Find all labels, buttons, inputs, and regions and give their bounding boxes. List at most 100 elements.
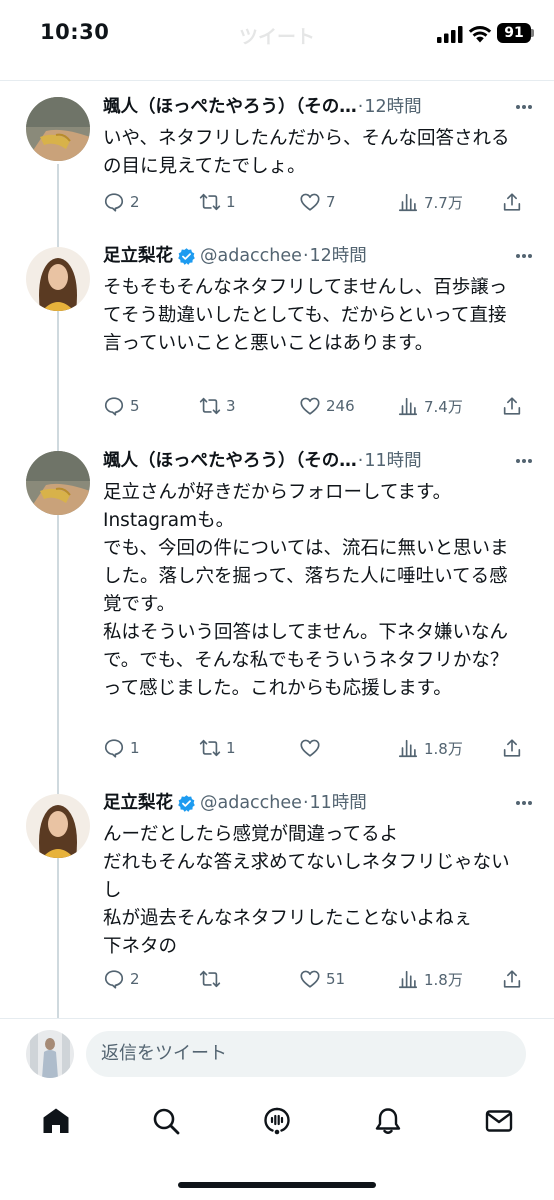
verified-icon — [178, 247, 195, 265]
author-handle[interactable]: @adacchee — [200, 790, 302, 816]
wifi-icon — [468, 26, 492, 43]
views-button[interactable]: 1.8万 — [397, 735, 463, 761]
reply-button[interactable]: 2 — [103, 189, 140, 215]
reply-icon — [104, 193, 124, 212]
views-icon — [398, 193, 418, 212]
share-button[interactable] — [501, 189, 523, 215]
avatar[interactable] — [26, 247, 90, 311]
views-icon — [398, 970, 418, 989]
separator-dot: · — [357, 97, 364, 117]
verified-icon — [178, 794, 195, 812]
retweet-icon — [199, 739, 221, 757]
retweet-count: 3 — [226, 397, 236, 415]
views-button[interactable]: 1.8万 — [397, 966, 463, 992]
views-button[interactable]: 7.7万 — [397, 189, 463, 215]
notifications-icon[interactable] — [373, 1106, 403, 1136]
reply-button[interactable]: 5 — [103, 393, 140, 419]
spaces-icon[interactable] — [262, 1106, 292, 1136]
search-icon[interactable] — [151, 1106, 181, 1136]
tweet-time[interactable]: 11時間 — [364, 448, 421, 474]
signal-icon — [437, 26, 463, 43]
separator-dot: · — [302, 793, 309, 813]
like-button[interactable]: 246 — [299, 393, 355, 419]
tweet-time[interactable]: 11時間 — [310, 790, 367, 816]
reply-button[interactable]: 1 — [103, 735, 140, 761]
separator-dot: · — [357, 451, 364, 471]
reply-divider — [0, 1018, 554, 1019]
share-button[interactable] — [501, 966, 523, 992]
bottom-nav — [0, 1090, 554, 1160]
author-name[interactable]: 足立梨花 — [103, 243, 173, 269]
like-button[interactable]: 51 — [299, 966, 345, 992]
share-icon — [503, 193, 521, 211]
views-count: 1.8万 — [424, 739, 463, 758]
author-name[interactable]: 颯人（ほっぺたやろう）（その… — [103, 94, 357, 120]
views-icon — [398, 739, 418, 758]
avatar[interactable] — [26, 97, 90, 161]
tweet-actions: 2 51 1.8万 — [103, 966, 528, 992]
reply-count: 2 — [130, 193, 140, 211]
reply-icon — [104, 970, 124, 989]
heart-icon — [300, 193, 320, 211]
share-button[interactable] — [501, 735, 523, 761]
header-divider — [0, 80, 554, 81]
tweet-text: 足立さんが好きだからフォローしてます。 Instagramも。 でも、今回の件に… — [103, 482, 509, 699]
more-icon[interactable] — [515, 458, 533, 464]
tweet-text: んーだとしたら感覚が間違ってるよ だれもそんな答え求めてないしネタフリじゃないし… — [103, 824, 510, 957]
tweet-actions: 2 1 7 7.7万 — [103, 189, 528, 215]
reply-count: 5 — [130, 397, 140, 415]
heart-icon — [300, 739, 320, 757]
share-button[interactable] — [501, 393, 523, 419]
views-button[interactable]: 7.4万 — [397, 393, 463, 419]
views-count: 7.7万 — [424, 193, 463, 212]
reply-avatar[interactable] — [26, 1030, 74, 1078]
more-icon[interactable] — [515, 104, 533, 110]
reply-input[interactable]: 返信をツイート — [86, 1031, 526, 1077]
views-icon — [398, 397, 418, 416]
tweet-actions: 5 3 246 7.4万 — [103, 393, 528, 419]
reply-count: 1 — [130, 739, 140, 757]
battery-tip — [531, 29, 534, 37]
reply-button[interactable]: 2 — [103, 966, 140, 992]
tweet-text: いや、ネタフリしたんだから、そんな回答されるの目に見えてたでしょ。 — [103, 128, 510, 177]
author-name[interactable]: 颯人（ほっぺたやろう）（その… — [103, 448, 357, 474]
tweet-time[interactable]: 12時間 — [310, 243, 367, 269]
retweet-button[interactable]: 1 — [199, 189, 236, 215]
like-button[interactable]: 7 — [299, 189, 336, 215]
like-count: 51 — [326, 970, 346, 988]
home-indicator — [178, 1182, 376, 1188]
views-count: 1.8万 — [424, 970, 463, 989]
heart-icon — [300, 970, 320, 988]
share-icon — [503, 397, 521, 415]
battery-icon: 91 — [497, 23, 531, 43]
retweet-icon — [199, 397, 221, 415]
messages-icon[interactable] — [484, 1106, 514, 1136]
author-name[interactable]: 足立梨花 — [103, 790, 173, 816]
author-handle[interactable]: @adacchee — [200, 243, 302, 269]
avatar[interactable] — [26, 794, 90, 858]
share-icon — [503, 739, 521, 757]
status-bar: 10:30 ツイート 91 — [0, 0, 554, 70]
reply-count: 2 — [130, 970, 140, 988]
like-count: 246 — [326, 397, 355, 415]
more-icon[interactable] — [515, 253, 533, 259]
like-button[interactable] — [299, 735, 326, 761]
retweet-button[interactable]: 3 — [199, 393, 236, 419]
more-icon[interactable] — [515, 800, 533, 806]
avatar[interactable] — [26, 451, 90, 515]
retweet-icon — [199, 193, 221, 211]
views-count: 7.4万 — [424, 397, 463, 416]
separator-dot: · — [302, 246, 309, 266]
home-icon[interactable] — [41, 1106, 71, 1136]
retweet-button[interactable] — [199, 966, 226, 992]
tweet-text: そもそもそんなネタフリしてませんし、百歩譲ってそう勘違いしたとしても、だからとい… — [103, 277, 508, 354]
retweet-count: 1 — [226, 193, 236, 211]
like-count: 7 — [326, 193, 336, 211]
tweet-actions: 1 1 1.8万 — [103, 735, 528, 761]
reply-icon — [104, 397, 124, 416]
reply-icon — [104, 739, 124, 758]
retweet-icon — [199, 970, 221, 988]
share-icon — [503, 970, 521, 988]
retweet-button[interactable]: 1 — [199, 735, 236, 761]
tweet-time[interactable]: 12時間 — [364, 94, 421, 120]
